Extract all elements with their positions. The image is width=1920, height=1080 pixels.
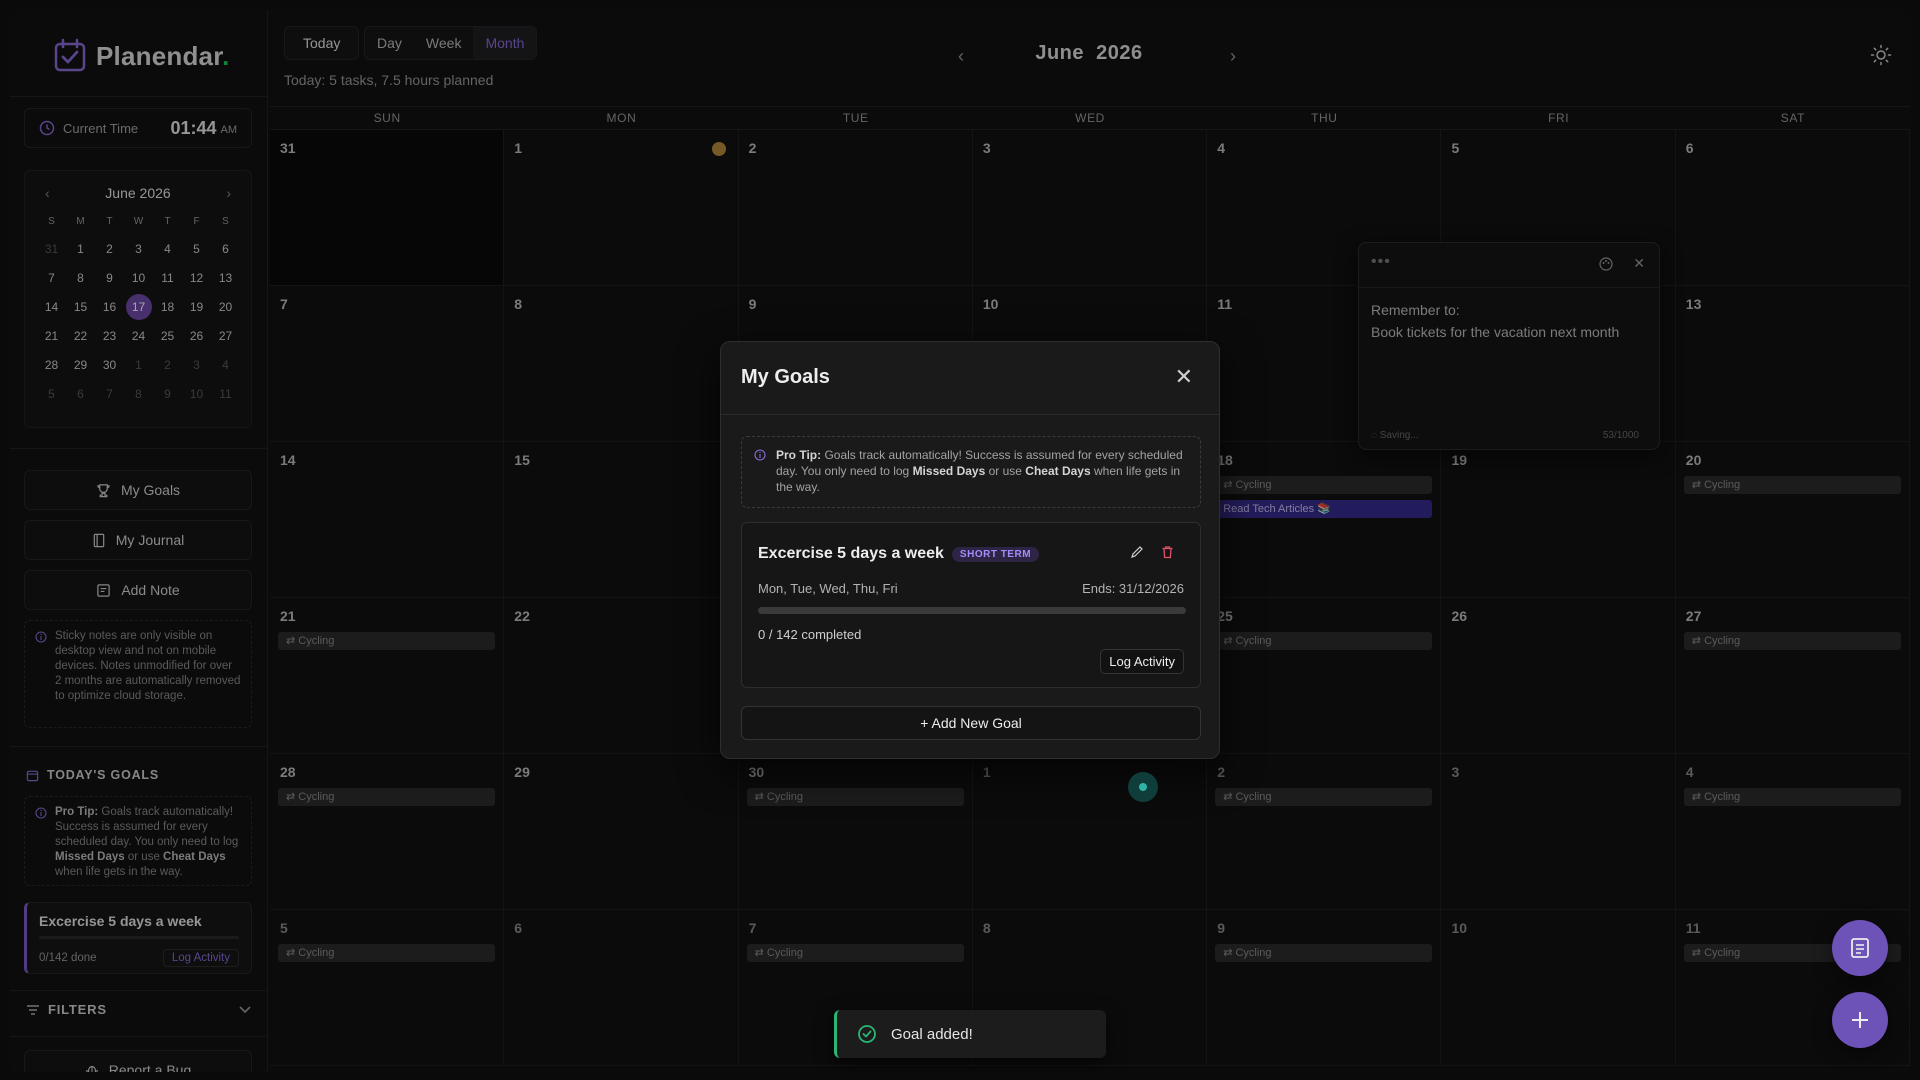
tip-bold: Pro Tip: bbox=[776, 448, 822, 462]
tip-text: or use bbox=[985, 464, 1026, 478]
toast-notification: Goal added! bbox=[834, 1010, 1106, 1058]
tip-bold: Missed Days bbox=[912, 464, 986, 478]
current-time-indicator bbox=[1128, 772, 1158, 802]
modal-title: My Goals bbox=[741, 366, 830, 388]
goal-title-text: Excercise 5 days a week bbox=[758, 545, 944, 562]
goal-days: Mon, Tue, Wed, Thu, Fri bbox=[758, 581, 898, 596]
pencil-icon[interactable] bbox=[1130, 545, 1144, 559]
toast-message: Goal added! bbox=[891, 1025, 973, 1043]
goal-end-date: Ends: 31/12/2026 bbox=[1082, 581, 1184, 596]
journal-fab[interactable] bbox=[1832, 920, 1888, 976]
my-goals-modal: My Goals ✕ Pro Tip: Goals track automati… bbox=[720, 341, 1220, 759]
log-activity-button[interactable]: Log Activity bbox=[1100, 649, 1184, 674]
info-icon bbox=[754, 449, 766, 461]
goal-title: Excercise 5 days a week SHORT TERM bbox=[758, 545, 1040, 563]
modal-divider bbox=[721, 414, 1219, 415]
app-frame: Planendar. Current Time 01:44 AM ‹ June … bbox=[10, 10, 1910, 1072]
journal-icon bbox=[1851, 938, 1869, 958]
close-icon[interactable]: ✕ bbox=[1175, 364, 1193, 390]
goal-card: Excercise 5 days a week SHORT TERM Mon, … bbox=[741, 522, 1201, 688]
goal-progress-text: 0 / 142 completed bbox=[758, 627, 862, 642]
add-new-goal-button[interactable]: + Add New Goal bbox=[741, 706, 1201, 740]
check-circle-icon bbox=[858, 1025, 876, 1043]
goal-term-badge: SHORT TERM bbox=[951, 546, 1040, 562]
pro-tip-modal: Pro Tip: Goals track automatically! Succ… bbox=[741, 436, 1201, 508]
tip-bold: Cheat Days bbox=[1025, 464, 1091, 478]
trash-icon[interactable] bbox=[1161, 545, 1174, 559]
goal-progress-bar bbox=[758, 607, 1186, 614]
add-event-fab[interactable] bbox=[1832, 992, 1888, 1048]
plus-icon bbox=[1852, 1012, 1868, 1028]
